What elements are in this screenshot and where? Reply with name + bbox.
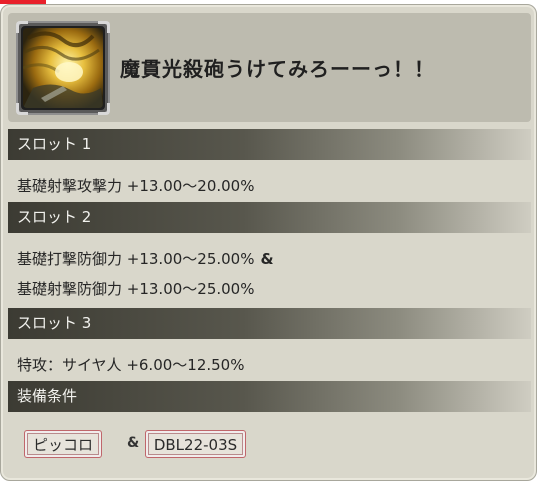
slot-2-stat-1-text: 基礎打撃防御力 +13.00〜25.00% (17, 250, 255, 268)
slot-2-joiner: & (260, 250, 274, 268)
item-name: 魔貫光殺砲うけてみろーーっ！！ (120, 57, 435, 81)
frame-corner-decoration (98, 21, 110, 33)
section-header-conditions: 装備条件 (8, 381, 531, 412)
frame-corner-decoration (98, 103, 110, 115)
section-header-slot-3: スロット 3 (8, 308, 531, 339)
item-header: 魔貫光殺砲うけてみろーーっ！！ (8, 13, 531, 122)
item-thumbnail-icon (23, 28, 103, 108)
item-detail-panel: 魔貫光殺砲うけてみろーーっ！！ スロット 1 基礎射撃攻撃力 +13.00〜20… (0, 4, 537, 481)
slot-2-stat-1: 基礎打撃防御力 +13.00〜25.00% & (17, 248, 274, 269)
condition-joiner: & (127, 435, 140, 451)
condition-badge-character[interactable]: ピッコロ (24, 430, 102, 458)
section-header-slot-1: スロット 1 (8, 129, 531, 160)
frame-corner-decoration (16, 103, 28, 115)
section-header-slot-2: スロット 2 (8, 202, 531, 233)
slot-1-stat: 基礎射撃攻撃力 +13.00〜20.00% (17, 177, 255, 195)
condition-badge-card[interactable]: DBL22-03S (145, 430, 246, 458)
slot-2-stat-2: 基礎射撃防御力 +13.00〜25.00% (17, 280, 255, 298)
frame-corner-decoration (16, 21, 28, 33)
slot-3-stat: 特攻：サイヤ人 +6.00〜12.50% (17, 356, 245, 374)
item-thumbnail[interactable] (16, 21, 110, 115)
